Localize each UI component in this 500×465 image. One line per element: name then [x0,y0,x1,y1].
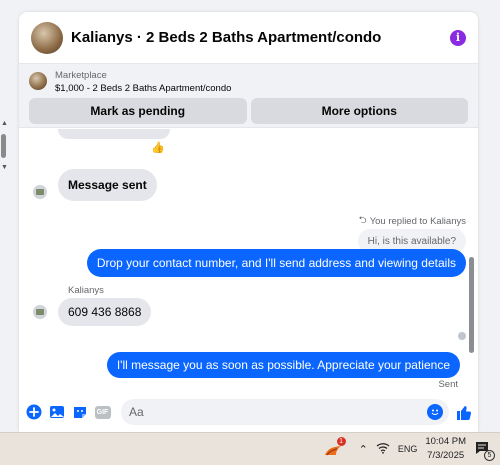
photo-icon[interactable] [48,404,65,421]
seen-indicator-avatar [458,332,466,340]
taskbar-app-icon[interactable]: 1 [323,437,346,459]
emoji-icon[interactable] [427,404,443,420]
notification-center-icon[interactable]: 5 [474,440,495,461]
message-status: Sent [438,379,458,390]
reply-note-text: You replied to Kalianys [369,216,466,227]
chevron-up-icon[interactable]: ⌃ [359,443,368,456]
system-clock[interactable]: 10:04 PM 7/3/2025 [425,435,466,463]
outgoing-reply-bubble[interactable]: Drop your contact number, and I'll send … [86,249,466,277]
outgoing-final-bubble[interactable]: I'll message you as soon as possible. Ap… [106,352,460,378]
chat-window: Kalianys · 2 Beds 2 Baths Apartment/cond… [19,12,478,432]
gif-label: GIF [94,405,111,419]
listing-avatar[interactable] [31,21,63,54]
chat-scrollbar-thumb[interactable] [469,257,474,353]
composer: GIF [19,392,478,432]
reply-arrow-icon: ⮌ [358,215,367,226]
phone-number-bubble[interactable]: 609 436 8868 [58,298,152,326]
listing-panel: Marketplace $1,000 - 2 Beds 2 Baths Apar… [19,64,478,128]
plus-circle-icon[interactable] [25,404,42,421]
gif-icon[interactable]: GIF [94,404,111,421]
page-scrollbar-thumb[interactable] [1,134,6,158]
page-scrollbar[interactable]: ▲ ▼ [0,120,8,180]
more-options-button[interactable]: More options [250,98,468,124]
listing-price-title[interactable]: $1,000 - 2 Beds 2 Baths Apartment/condo [55,83,231,94]
chat-title[interactable]: Kalianys · 2 Beds 2 Baths Apartment/cond… [71,29,381,46]
reply-indicator: ⮌ You replied to Kalianys [359,213,466,230]
previous-message-bubble[interactable] [58,129,170,139]
thumbs-up-send-icon[interactable] [455,404,472,421]
chat-header: Kalianys · 2 Beds 2 Baths Apartment/cond… [19,12,478,64]
clock-time: 10:04 PM [425,436,466,447]
sender-name: Kalianys [68,285,104,296]
message-sent-bubble[interactable]: Message sent [58,169,157,201]
mark-as-pending-button[interactable]: Mark as pending [29,98,247,124]
message-input-wrapper[interactable] [121,399,449,425]
input-language[interactable]: ENG [398,444,418,454]
sender-avatar[interactable] [33,305,47,319]
wifi-icon[interactable] [376,442,390,457]
listing-label: Marketplace [55,70,107,81]
thumbs-up-reaction-icon: 👍 [151,142,165,154]
windows-taskbar: 1 ⌃ ENG 10:04 PM 7/3/2025 5 [0,432,500,465]
app-notification-badge: 1 [336,437,346,446]
sticker-icon[interactable] [71,404,88,421]
sender-avatar[interactable] [33,185,47,199]
listing-thumbnail[interactable] [29,72,47,90]
info-icon[interactable]: i [450,29,466,46]
scroll-down-arrow-icon[interactable]: ▼ [1,164,8,171]
clock-date: 7/3/2025 [427,450,465,461]
message-input[interactable] [129,405,427,419]
scroll-up-arrow-icon[interactable]: ▲ [1,120,8,127]
notification-count: 5 [484,450,495,461]
message-list[interactable]: 👍 Message sent ⮌ You replied to Kalianys… [19,129,478,391]
